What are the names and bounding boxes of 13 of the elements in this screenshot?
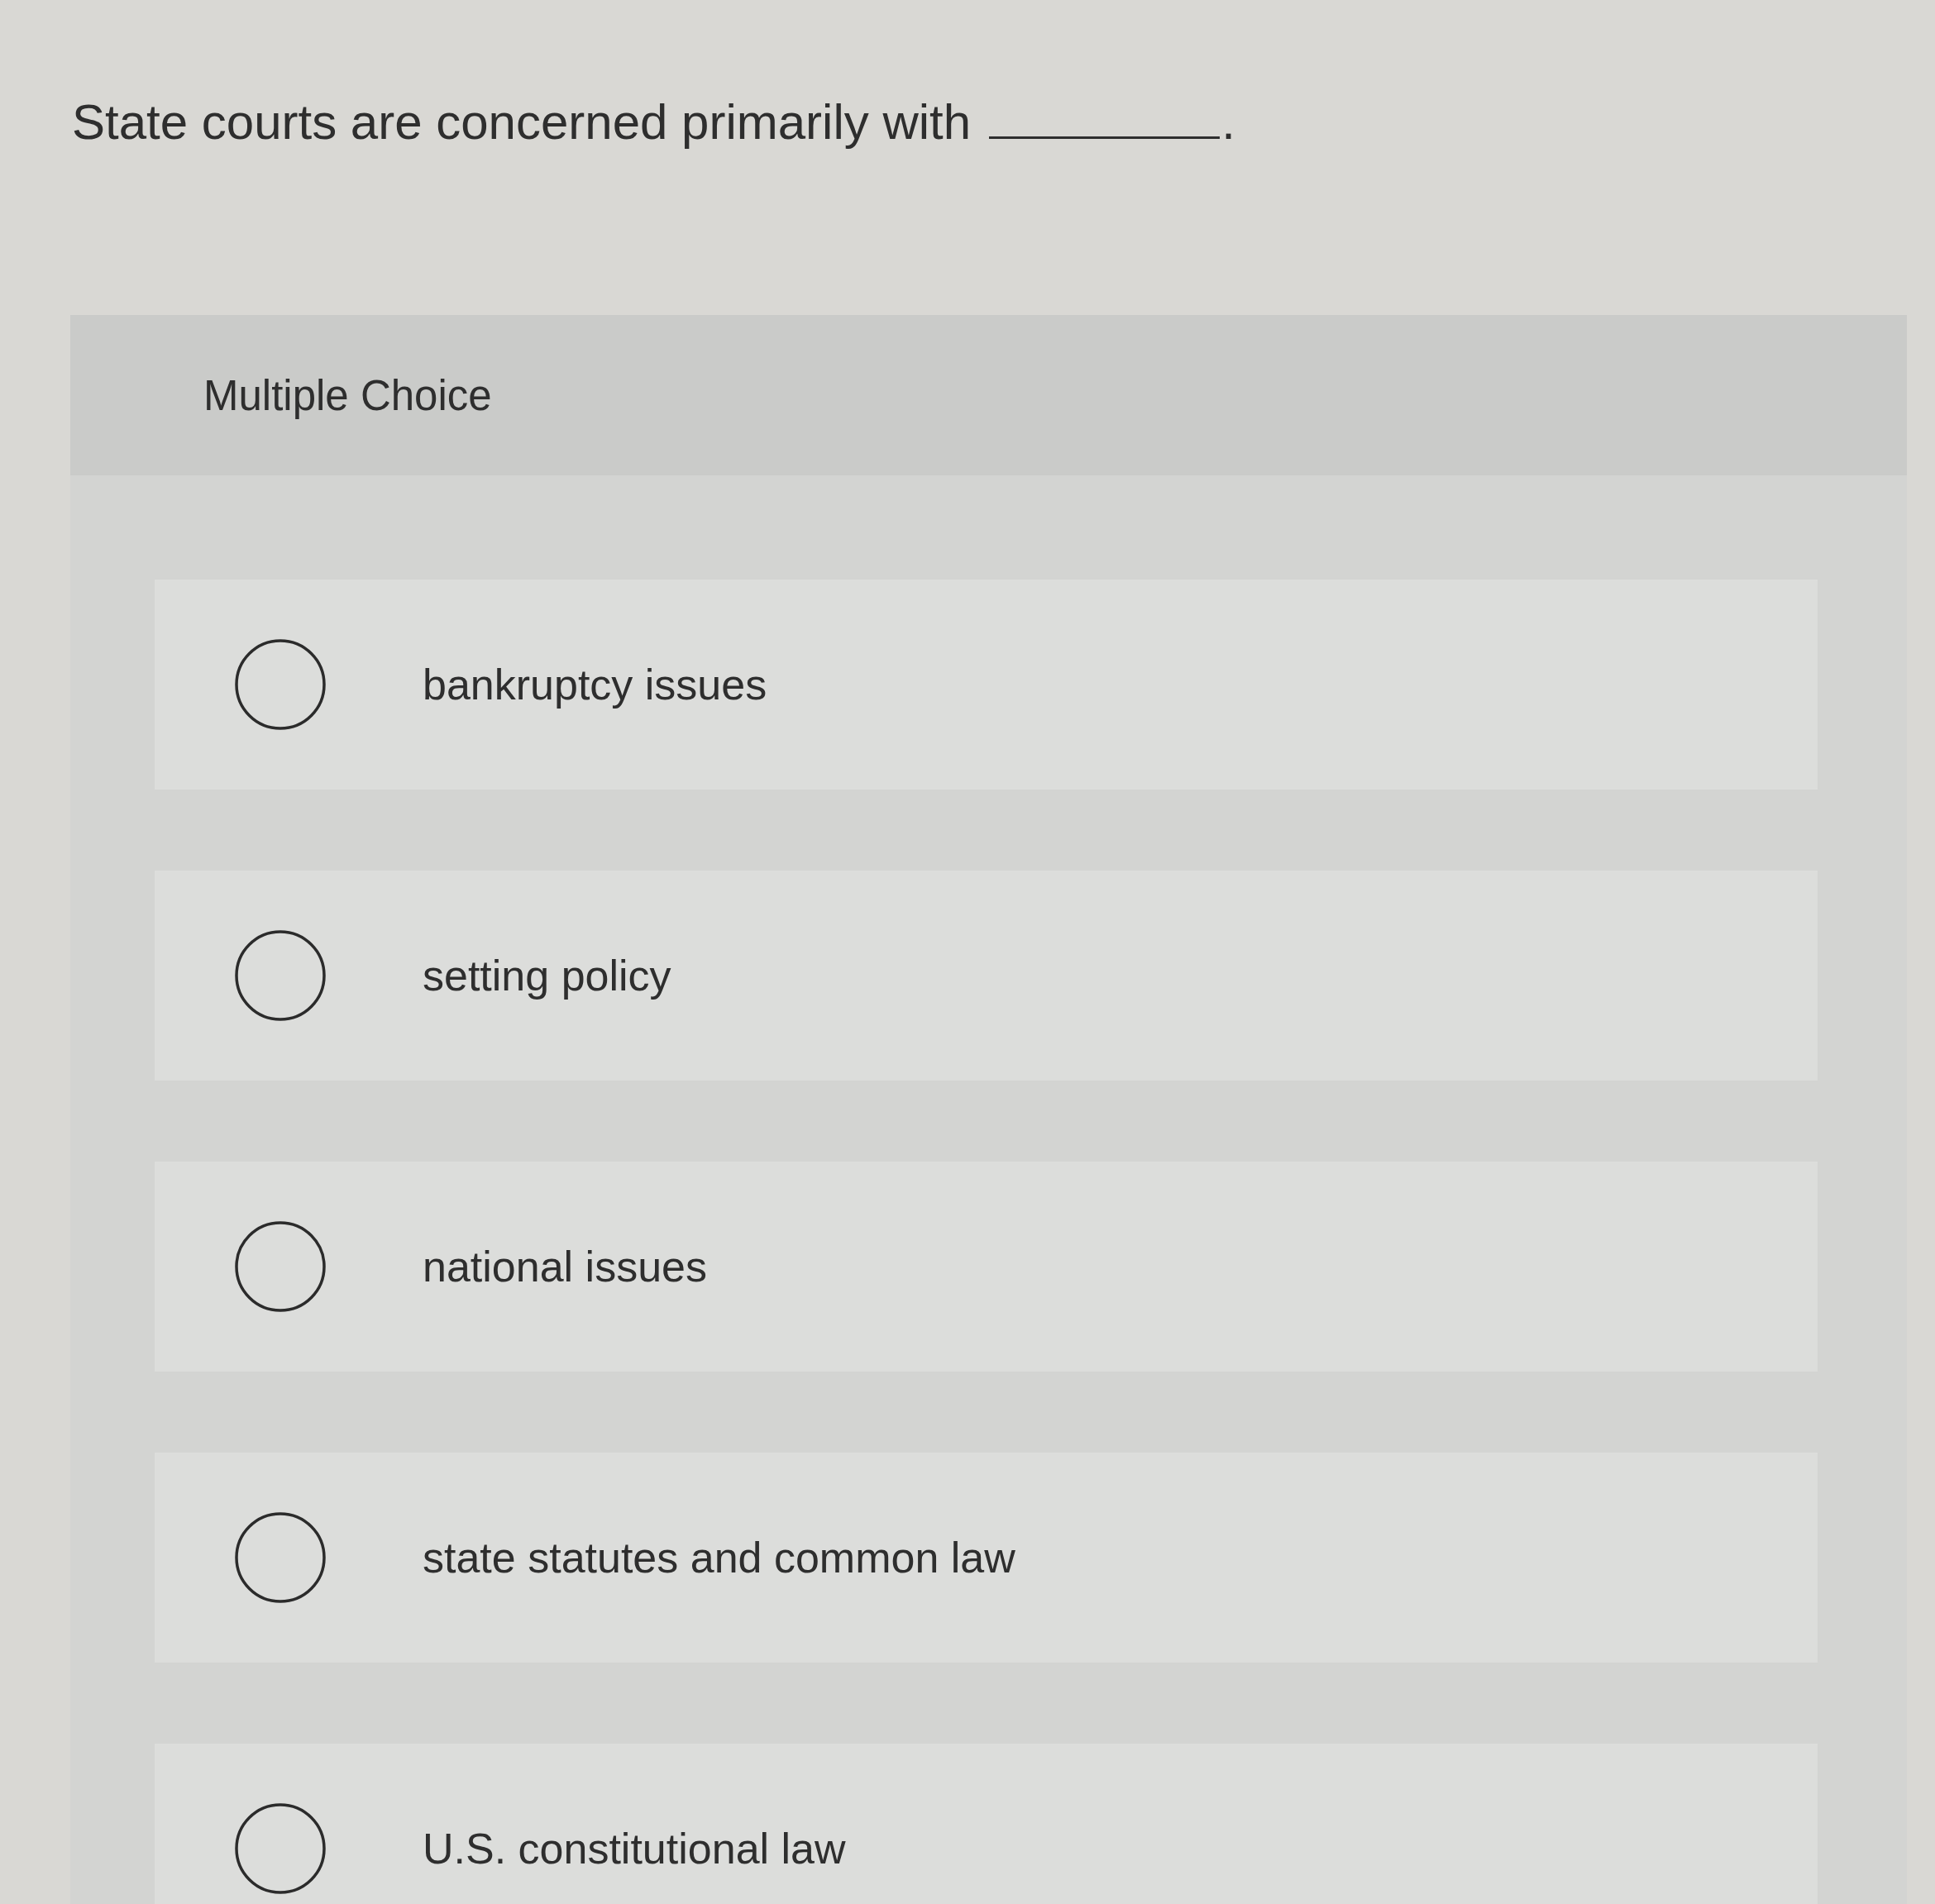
- radio-button[interactable]: [235, 930, 326, 1021]
- radio-button[interactable]: [235, 1512, 326, 1603]
- answer-option[interactable]: state statutes and common law: [155, 1453, 1818, 1663]
- radio-button[interactable]: [235, 1803, 326, 1894]
- question-text: State courts are concerned primarily with: [72, 93, 972, 151]
- answer-option[interactable]: national issues: [155, 1162, 1818, 1372]
- question-type-label: Multiple Choice: [203, 370, 492, 420]
- question-period: .: [1221, 93, 1235, 151]
- radio-button[interactable]: [235, 1221, 326, 1312]
- answer-option[interactable]: U.S. constitutional law: [155, 1744, 1818, 1904]
- radio-button[interactable]: [235, 639, 326, 730]
- answer-option[interactable]: bankruptcy issues: [155, 580, 1818, 790]
- answer-option[interactable]: setting policy: [155, 871, 1818, 1081]
